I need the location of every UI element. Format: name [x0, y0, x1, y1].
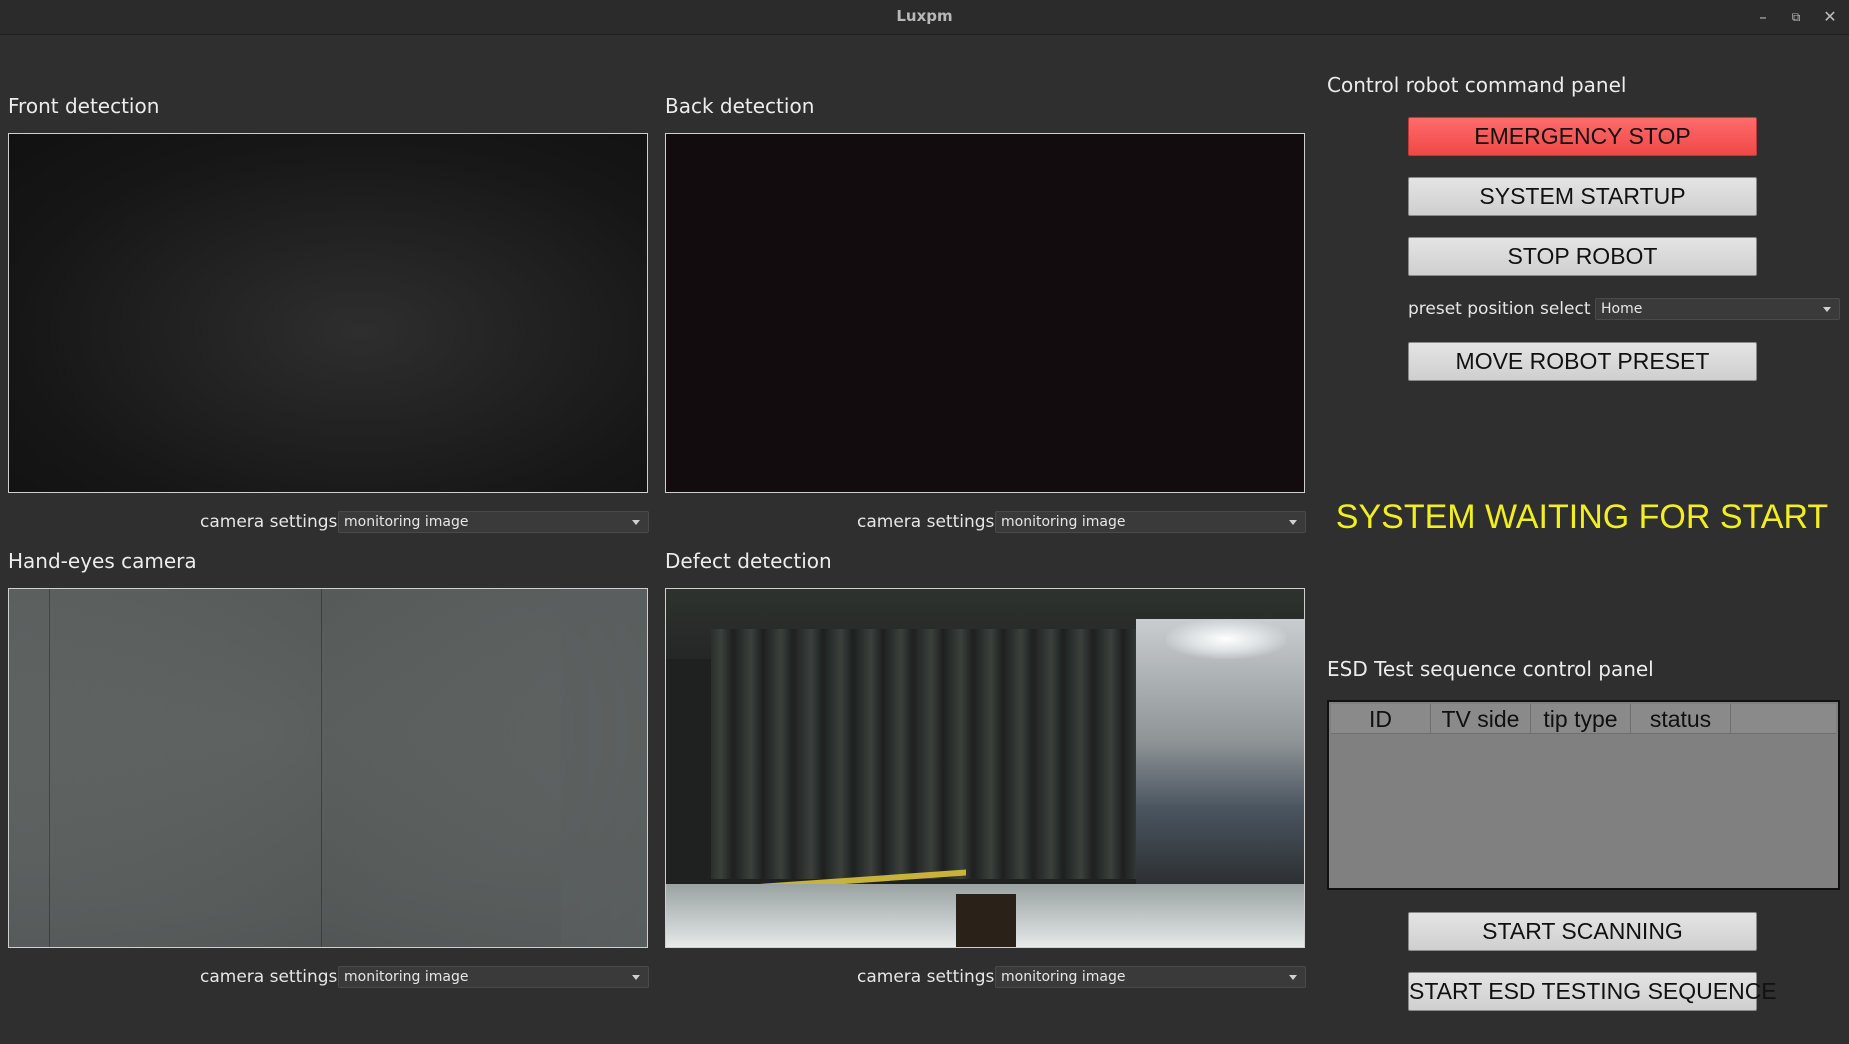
preset-position-select[interactable]: Home [1595, 298, 1840, 320]
system-startup-button[interactable]: SYSTEM STARTUP [1408, 177, 1757, 216]
control-panel-title: Control robot command panel [1327, 73, 1627, 97]
hand-eyes-camera-view [8, 588, 648, 948]
chevron-down-icon [632, 520, 640, 525]
system-status-text: SYSTEM WAITING FOR START [1335, 498, 1829, 536]
window-titlebar: Luxpm – ⧉ ✕ [0, 0, 1849, 35]
preset-position-value: Home [1601, 301, 1643, 317]
maximize-icon[interactable]: ⧉ [1785, 6, 1807, 28]
hand-eyes-camera-label: Hand-eyes camera [8, 549, 197, 573]
defect-detection-label: Defect detection [665, 549, 832, 573]
chevron-down-icon [632, 975, 640, 980]
chevron-down-icon [1823, 307, 1831, 312]
esd-panel-title: ESD Test sequence control panel [1327, 657, 1654, 681]
hand-camera-settings-label: camera settings [200, 967, 338, 987]
column-header-status[interactable]: status [1631, 704, 1731, 734]
esd-table-header-filler [1731, 704, 1836, 734]
start-scanning-button[interactable]: START SCANNING [1408, 912, 1757, 951]
defect-camera-view [665, 588, 1305, 948]
chevron-down-icon [1289, 520, 1297, 525]
back-camera-settings-label: camera settings [857, 512, 995, 532]
hand-camera-settings-select[interactable]: monitoring image [338, 966, 649, 988]
hand-camera-mode-value: monitoring image [344, 969, 469, 985]
window-title: Luxpm [896, 7, 953, 25]
column-header-id[interactable]: ID [1331, 704, 1431, 734]
front-detection-label: Front detection [8, 94, 160, 118]
close-icon[interactable]: ✕ [1819, 6, 1841, 28]
back-camera-settings-select[interactable]: monitoring image [995, 511, 1306, 533]
start-esd-testing-sequence-button[interactable]: START ESD TESTING SEQUENCE [1408, 972, 1777, 1011]
front-camera-settings-label: camera settings [200, 512, 338, 532]
chevron-down-icon [1289, 975, 1297, 980]
column-header-tv-side[interactable]: TV side [1431, 704, 1531, 734]
column-header-tip-type[interactable]: tip type [1531, 704, 1631, 734]
stop-robot-button[interactable]: STOP ROBOT [1408, 237, 1757, 276]
defect-camera-mode-value: monitoring image [1001, 969, 1126, 985]
back-camera-mode-value: monitoring image [1001, 514, 1126, 530]
back-camera-view [665, 133, 1305, 493]
esd-sequence-table[interactable]: ID TV side tip type status [1327, 700, 1840, 890]
defect-camera-settings-label: camera settings [857, 967, 995, 987]
minimize-icon[interactable]: – [1752, 6, 1774, 28]
front-camera-settings-select[interactable]: monitoring image [338, 511, 649, 533]
emergency-stop-button[interactable]: EMERGENCY STOP [1408, 117, 1757, 156]
move-robot-preset-button[interactable]: MOVE ROBOT PRESET [1408, 342, 1757, 381]
back-detection-label: Back detection [665, 94, 815, 118]
preset-position-label: preset position select [1408, 299, 1591, 319]
esd-table-header: ID TV side tip type status [1331, 704, 1731, 734]
front-camera-view [8, 133, 648, 493]
front-camera-mode-value: monitoring image [344, 514, 469, 530]
defect-camera-settings-select[interactable]: monitoring image [995, 966, 1306, 988]
